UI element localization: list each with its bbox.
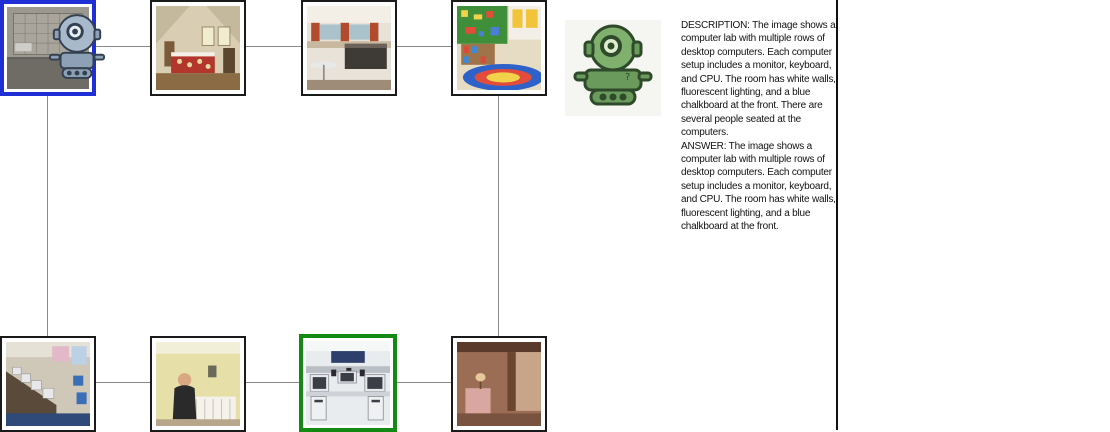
map-node[interactable] — [150, 336, 246, 432]
map-node-goal[interactable] — [299, 334, 397, 432]
map-node[interactable] — [451, 0, 547, 96]
edge-r1c2-r1c3 — [396, 382, 452, 383]
map-node[interactable] — [301, 0, 397, 96]
room-thumbnail-basement-room — [457, 342, 541, 426]
edge-r0c2-r0c3 — [396, 46, 452, 47]
svg-text:?: ? — [625, 72, 630, 83]
map-node[interactable] — [0, 336, 96, 432]
room-thumbnail-nursery-with-person — [156, 342, 240, 426]
room-thumbnail-colorful-classroom — [457, 6, 541, 90]
map-node[interactable] — [150, 0, 246, 96]
room-thumbnail-computer-lab-target — [306, 341, 390, 425]
edge-r0c0-r1c0 — [47, 95, 48, 337]
room-thumbnail-office-lounge — [307, 6, 391, 90]
edge-r1c0-r1c1 — [94, 382, 151, 383]
room-thumbnail-computer-lab-rows — [6, 342, 90, 426]
answer-text: ANSWER: The image shows a computer lab w… — [681, 140, 836, 233]
map-node[interactable] — [451, 336, 547, 432]
edge-r0c1-r0c2 — [245, 46, 302, 47]
agent-robot-icon — [48, 12, 106, 82]
description-text: DESCRIPTION: The image shows a computer … — [681, 20, 836, 139]
robot-icon: ? — [565, 20, 661, 116]
room-thumbnail-attic-bedroom — [156, 6, 240, 90]
description-panel: DESCRIPTION: The image shows a computer … — [681, 19, 839, 234]
edge-r0c3-r1c3 — [498, 95, 499, 337]
edge-r1c1-r1c2 — [245, 382, 301, 383]
panel-divider — [836, 0, 838, 430]
